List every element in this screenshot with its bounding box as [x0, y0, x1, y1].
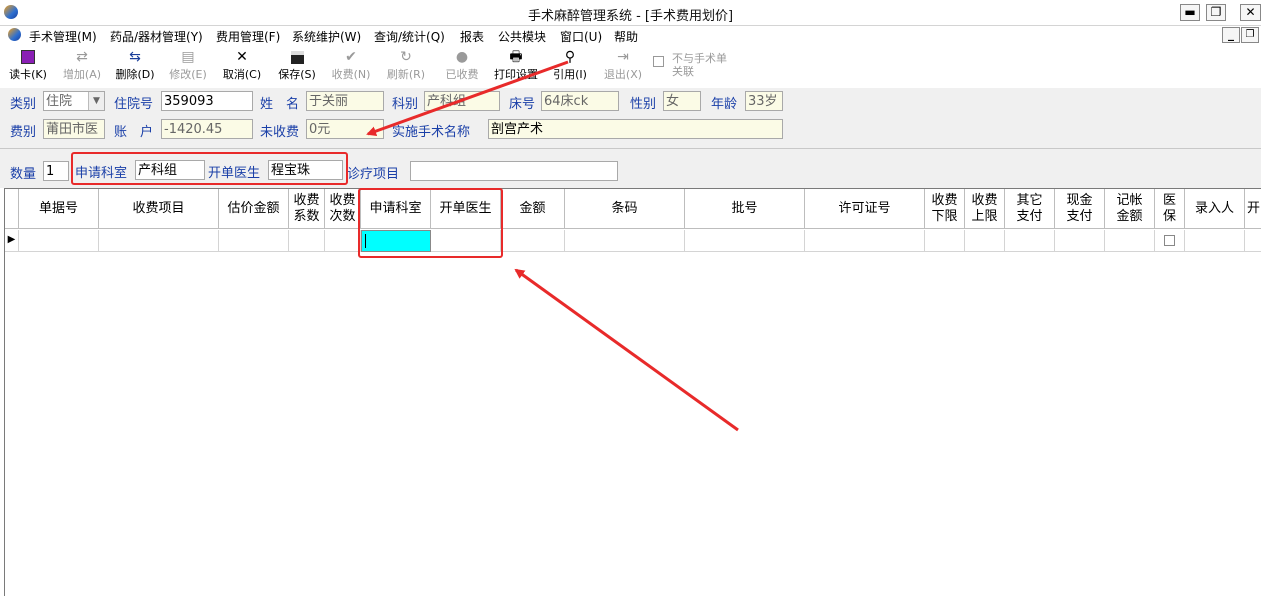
annotation-arrow-bottom [514, 268, 739, 432]
annotation-arrows [366, 60, 739, 432]
annotation-arrow-top [366, 60, 569, 136]
